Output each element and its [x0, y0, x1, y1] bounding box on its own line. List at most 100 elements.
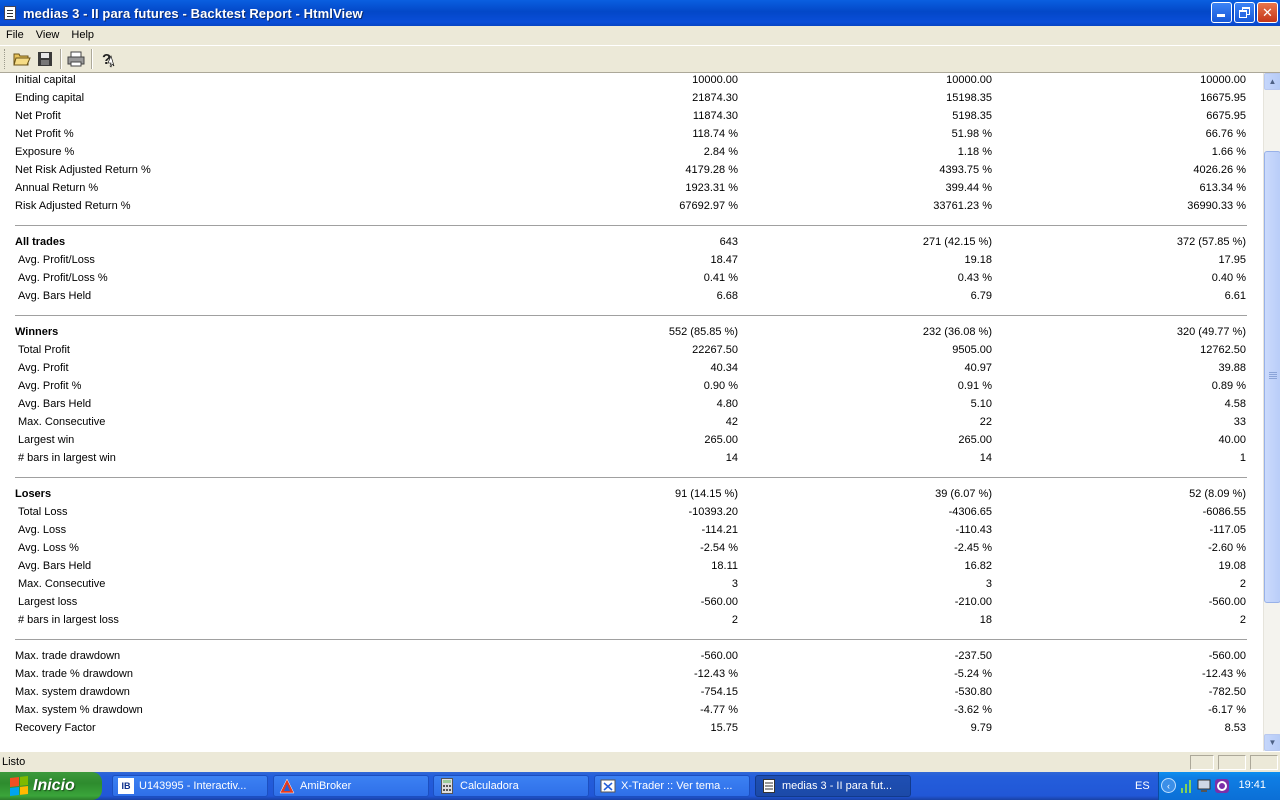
document-icon	[4, 6, 16, 20]
section-divider	[15, 477, 1247, 478]
restore-button[interactable]	[1234, 2, 1255, 23]
vertical-scrollbar[interactable]: ▲ ▼	[1263, 73, 1280, 751]
value-long-trades: 10000.00	[946, 74, 992, 86]
value-short-trades: 320 (49.77 %)	[1176, 326, 1246, 338]
taskbar-item-xtrader[interactable]: X-Trader :: Ver tema ...	[594, 775, 750, 797]
system-tray: ‹ 19:41	[1158, 772, 1280, 800]
value-short-trades: 66.76 %	[1205, 128, 1246, 140]
value-long-trades: 40.97	[964, 362, 992, 374]
value-long-trades: 265.00	[958, 434, 992, 446]
value-short-trades: 4.58	[1224, 398, 1246, 410]
value-short-trades: 52 (8.09 %)	[1189, 488, 1246, 500]
value-all-trades: -560.00	[700, 650, 738, 662]
value-all-trades: 42	[725, 416, 738, 428]
help-button[interactable]: ?	[96, 48, 118, 70]
signal-icon[interactable]	[1180, 778, 1194, 794]
value-all-trades: 11874.30	[692, 110, 738, 122]
value-long-trades: 14	[979, 452, 992, 464]
value-long-trades: 0.91 %	[957, 380, 992, 392]
value-short-trades: 1.66 %	[1211, 146, 1246, 158]
report-row: Winners 552 (85.85 %) 232 (36.08 %) 320 (49…	[0, 325, 1263, 343]
report-row: Max. system drawdown -754.15 -530.80 -782.5…	[0, 685, 1263, 703]
metric-label: Avg. Profit/Loss	[18, 254, 95, 266]
value-all-trades: 10000.00	[692, 74, 738, 86]
value-long-trades: 18	[979, 614, 992, 626]
value-all-trades: 643	[719, 236, 738, 248]
taskbar-item-calculator[interactable]: Calculadora	[433, 775, 589, 797]
value-short-trades: 8.53	[1224, 722, 1246, 734]
close-icon: ✕	[1262, 4, 1273, 20]
value-all-trades: 552 (85.85 %)	[668, 326, 738, 338]
value-all-trades: 4.80	[716, 398, 738, 410]
taskbar-item-ib[interactable]: IB U143995 - Interactiv...	[112, 775, 268, 797]
tray-expand-icon[interactable]: ‹	[1161, 778, 1176, 793]
value-all-trades: -754.15	[700, 686, 738, 698]
value-all-trades: 265.00	[704, 434, 738, 446]
value-long-trades: -530.80	[954, 686, 992, 698]
value-long-trades: 22	[979, 416, 992, 428]
menu-file[interactable]: File	[0, 27, 30, 44]
metric-label: Net Profit	[15, 110, 61, 122]
value-long-trades: 271 (42.15 %)	[922, 236, 992, 248]
metric-label: Risk Adjusted Return %	[15, 200, 131, 212]
metric-label: Max. Consecutive	[18, 578, 106, 590]
menu-bar: File View Help	[0, 26, 1280, 45]
value-long-trades: 15198.35	[946, 92, 992, 104]
metric-label: Avg. Profit/Loss %	[18, 272, 108, 284]
value-all-trades: 6.68	[716, 290, 738, 302]
windows-logo-icon	[10, 776, 28, 796]
menu-help[interactable]: Help	[65, 27, 100, 44]
scroll-thumb[interactable]	[1264, 151, 1280, 603]
network-icon[interactable]	[1197, 778, 1213, 794]
value-long-trades: 16.82	[964, 560, 992, 572]
window-controls: ✕	[1211, 2, 1278, 23]
metric-label: Annual Return %	[15, 182, 99, 194]
start-button[interactable]: Inicio	[0, 772, 102, 800]
value-short-trades: 33	[1233, 416, 1246, 428]
value-long-trades: -5.24 %	[954, 668, 992, 680]
metric-label: Max. system % drawdown	[15, 704, 143, 716]
toolbar: ?	[0, 45, 1280, 73]
value-short-trades: 6.61	[1224, 290, 1246, 302]
metric-label: All trades	[15, 236, 66, 248]
metric-label: Winners	[15, 326, 59, 338]
metric-label: Avg. Bars Held	[18, 398, 92, 410]
value-all-trades: 1923.31 %	[685, 182, 738, 194]
report-row: Avg. Bars Held 18.11 16.82 19.08	[0, 559, 1263, 577]
language-indicator[interactable]: ES	[1135, 780, 1150, 792]
value-short-trades: 36990.33 %	[1187, 200, 1246, 212]
value-short-trades: 0.89 %	[1211, 380, 1246, 392]
metric-label: # bars in largest loss	[18, 614, 119, 626]
menu-view[interactable]: View	[30, 27, 66, 44]
value-all-trades: -560.00	[700, 596, 738, 608]
taskbar-item-label: AmiBroker	[300, 780, 352, 792]
close-button[interactable]: ✕	[1257, 2, 1278, 23]
value-short-trades: 372 (57.85 %)	[1176, 236, 1246, 248]
open-button[interactable]	[11, 48, 33, 70]
minimize-button[interactable]	[1211, 2, 1232, 23]
metric-label: Total Profit	[18, 344, 70, 356]
value-all-trades: 18.11	[711, 560, 738, 572]
toolbar-grip[interactable]	[4, 49, 7, 69]
metric-label: Max. trade drawdown	[15, 650, 121, 662]
scroll-down-button[interactable]: ▼	[1264, 734, 1280, 751]
metric-label: Net Risk Adjusted Return %	[15, 164, 151, 176]
browser-icon	[600, 778, 616, 794]
help-icon: ?	[102, 51, 115, 68]
value-all-trades: 2.84 %	[703, 146, 738, 158]
taskbar-item-label: Calculadora	[460, 780, 519, 792]
value-short-trades: 2	[1239, 578, 1246, 590]
value-long-trades: -110.43	[955, 524, 993, 536]
report-row: Avg. Profit/Loss % 0.41 % 0.43 % 0.40 %	[0, 271, 1263, 289]
taskbar-item-amibroker[interactable]: AmiBroker	[273, 775, 429, 797]
scroll-up-button[interactable]: ▲	[1264, 73, 1280, 90]
value-all-trades: -10393.20	[688, 506, 738, 518]
save-button[interactable]	[34, 48, 56, 70]
value-all-trades: 0.41 %	[703, 272, 738, 284]
taskbar-item-report[interactable]: medias 3 - II para fut...	[755, 775, 911, 797]
app-tray-icon[interactable]	[1214, 778, 1230, 794]
value-all-trades: 0.90 %	[703, 380, 738, 392]
value-long-trades: 232 (36.08 %)	[922, 326, 992, 338]
print-button[interactable]	[65, 48, 87, 70]
report-row: Total Loss -10393.20 -4306.65 -6086.55	[0, 505, 1263, 523]
